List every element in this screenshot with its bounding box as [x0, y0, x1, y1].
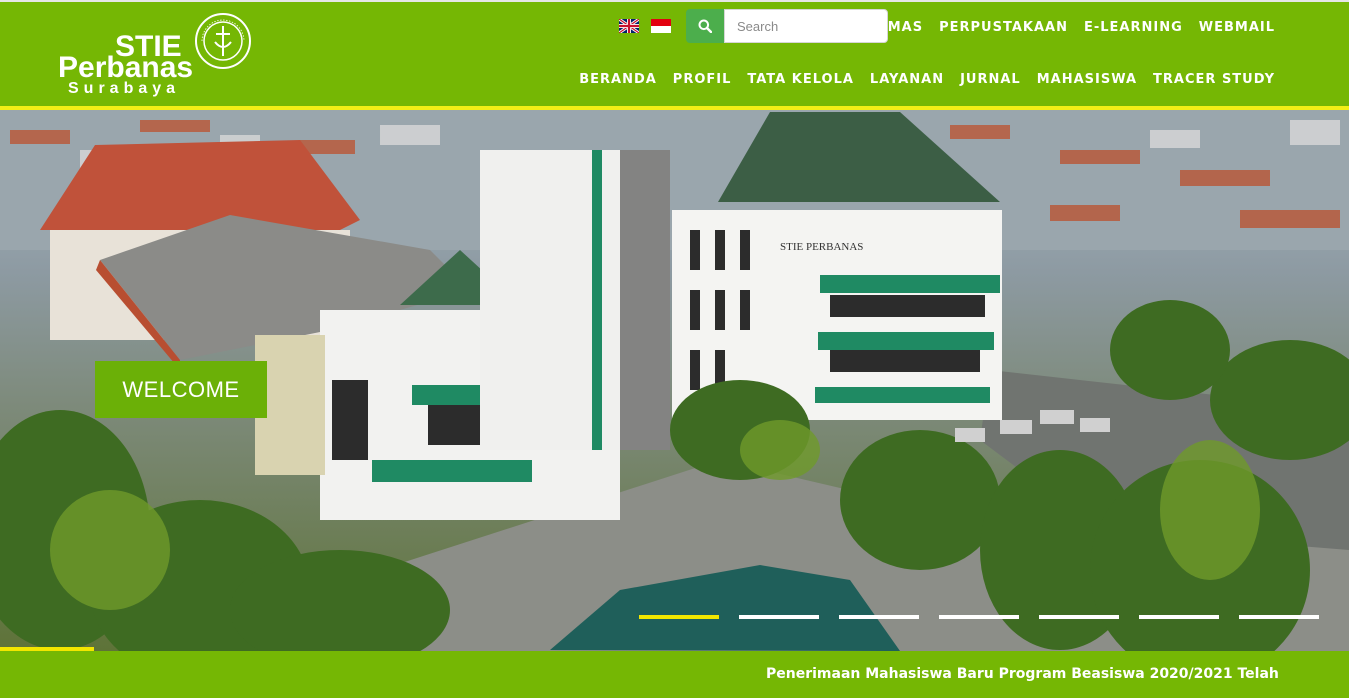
ticker-text: Penerimaan Mahasiswa Baru Program Beasis…	[766, 666, 1279, 682]
search-button[interactable]	[686, 9, 724, 43]
utility-nav: SIMAS PERPUSTAKAAN E-LEARNING WEBMAIL	[872, 20, 1275, 35]
link-simas[interactable]: SIMAS	[872, 20, 924, 35]
slide-indicator-1[interactable]	[639, 615, 719, 619]
logo-line-3: Surabaya	[68, 80, 181, 97]
hero-slider[interactable]: STIE PERBANAS WELCOME	[0, 110, 1349, 651]
site-logo[interactable]: STIE Perbanas Surabaya	[58, 12, 254, 100]
link-perpustakaan[interactable]: PERPUSTAKAAN	[939, 20, 1068, 35]
link-webmail[interactable]: WEBMAIL	[1199, 20, 1275, 35]
language-switcher	[619, 19, 671, 33]
slide-indicator-2[interactable]	[739, 615, 819, 619]
nav-jurnal[interactable]: JURNAL	[960, 72, 1021, 87]
seal-icon	[195, 13, 251, 69]
nav-tata-kelola[interactable]: TATA KELOLA	[747, 72, 854, 87]
nav-tracer-study[interactable]: TRACER STUDY	[1153, 72, 1275, 87]
slide-indicator-5[interactable]	[1039, 615, 1119, 619]
nav-profil[interactable]: PROFIL	[673, 72, 732, 87]
nav-layanan[interactable]: LAYANAN	[870, 72, 944, 87]
welcome-caption: WELCOME	[95, 361, 267, 418]
uk-flag-icon[interactable]	[619, 19, 639, 33]
main-nav: BERANDA PROFIL TATA KELOLA LAYANAN JURNA…	[579, 72, 1275, 87]
nav-mahasiswa[interactable]: MAHASISWA	[1037, 72, 1137, 87]
slide-indicator-3[interactable]	[839, 615, 919, 619]
slide-indicator-7[interactable]	[1239, 615, 1319, 619]
news-ticker[interactable]: Penerimaan Mahasiswa Baru Program Beasis…	[0, 651, 1349, 698]
indonesia-flag-icon[interactable]	[651, 19, 671, 33]
welcome-text: WELCOME	[122, 376, 240, 402]
slider-indicators	[639, 615, 1319, 619]
search-icon	[698, 19, 712, 33]
building-sign: STIE PERBANAS	[780, 241, 863, 253]
link-e-learning[interactable]: E-LEARNING	[1084, 20, 1183, 35]
nav-beranda[interactable]: BERANDA	[579, 72, 657, 87]
logo-line-2: Perbanas	[58, 51, 194, 84]
search-input[interactable]	[724, 9, 888, 43]
slide-indicator-6[interactable]	[1139, 615, 1219, 619]
slide-indicator-4[interactable]	[939, 615, 1019, 619]
